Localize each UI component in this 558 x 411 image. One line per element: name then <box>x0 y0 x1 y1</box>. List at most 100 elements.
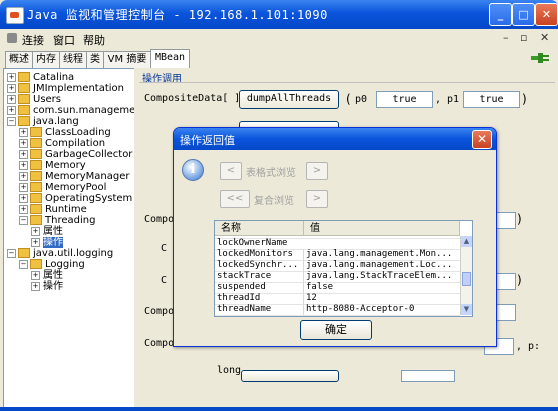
expand-icon[interactable]: + <box>19 127 28 137</box>
info-icon: i <box>182 159 204 181</box>
menu-bar: 连接 窗口 帮助 – ▫ ✕ <box>3 29 555 49</box>
p0-label: p0 <box>355 94 368 105</box>
operation-button-long[interactable] <box>241 370 339 382</box>
menu-help[interactable]: 帮助 <box>83 32 105 48</box>
tree-item[interactable]: + Runtime <box>19 204 87 215</box>
tree-item-label: Memory <box>45 160 86 171</box>
tree-item[interactable]: + OperatingSystem <box>19 193 132 204</box>
expand-icon[interactable]: + <box>7 72 16 82</box>
inner-restore-icon[interactable]: ▫ <box>520 31 527 44</box>
tree-item[interactable]: + ClassLoading <box>19 127 111 138</box>
composite-next-button[interactable]: > <box>306 190 328 208</box>
expand-icon[interactable]: + <box>7 94 16 104</box>
collapse-icon[interactable]: − <box>19 215 28 225</box>
operation-result-dialog: 操作返回值 ✕ i < 表格式浏览 > << 复合浏览 > 名称 值 lockO… <box>173 127 497 347</box>
open-paren: ( <box>346 92 351 106</box>
folder-icon <box>18 116 30 126</box>
expand-icon[interactable]: + <box>19 138 28 148</box>
scroll-down-icon[interactable]: ▼ <box>461 304 472 315</box>
op-label-compo-2: Compo <box>144 306 175 317</box>
op-input-long[interactable] <box>401 370 455 382</box>
expand-icon[interactable]: + <box>19 171 28 181</box>
expand-icon[interactable]: + <box>7 105 16 115</box>
tab-mbean[interactable]: MBean <box>150 49 190 68</box>
folder-icon <box>30 182 42 192</box>
tree-item[interactable]: + Compilation <box>19 138 105 149</box>
ok-button[interactable]: 确定 <box>300 320 372 340</box>
tab-vm-summary[interactable]: VM 摘要 <box>103 51 151 68</box>
tree-item[interactable]: + Catalina <box>7 72 74 83</box>
tree-item[interactable]: − Threading <box>19 215 95 226</box>
scroll-up-icon[interactable]: ▲ <box>461 236 472 247</box>
scroll-thumb[interactable] <box>462 272 471 286</box>
table-prev-button[interactable]: < <box>220 162 242 180</box>
table-next-button[interactable]: > <box>306 162 328 180</box>
tree-item[interactable]: − java.lang <box>7 116 79 127</box>
dump-all-threads-button[interactable]: dumpAllThreads <box>239 90 339 109</box>
folder-icon <box>18 94 30 104</box>
tab-threads[interactable]: 线程 <box>59 51 87 68</box>
tree-item[interactable]: − java.util.logging <box>7 248 113 259</box>
expand-icon[interactable]: + <box>19 182 28 192</box>
connected-plug-icon <box>531 53 549 63</box>
tree-item[interactable]: + JMImplementation <box>7 83 124 94</box>
tab-memory[interactable]: 内存 <box>32 51 60 68</box>
tree-item-label: Compilation <box>45 138 106 149</box>
tree-item[interactable]: + GarbageCollector <box>19 149 132 160</box>
folder-icon <box>30 160 42 170</box>
tree-item-label: 操作 <box>43 281 63 292</box>
menu-connection[interactable]: 连接 <box>22 32 44 48</box>
table-row[interactable]: threadName http-8080-Acceptor-0 <box>215 304 460 316</box>
minimize-button[interactable]: _ <box>489 3 512 26</box>
cell-value: http-8080-Acceptor-0 <box>303 304 463 315</box>
expand-icon[interactable]: + <box>19 160 28 170</box>
tree-item-label: java.lang <box>33 116 79 127</box>
expand-icon[interactable]: + <box>19 149 28 159</box>
tree-item-label: 属性 <box>43 226 63 237</box>
tree-item-label: Users <box>33 94 62 105</box>
folder-icon <box>18 105 30 115</box>
tree-item-label: ClassLoading <box>45 127 111 138</box>
tab-classes[interactable]: 类 <box>86 51 104 68</box>
tree-item[interactable]: + 操作 <box>31 237 63 248</box>
inner-minimize-icon[interactable]: – <box>503 31 509 44</box>
expand-icon[interactable]: + <box>19 193 28 203</box>
composite-first-button[interactable]: << <box>220 190 250 208</box>
result-table[interactable]: 名称 值 lockOwnerName lockedMonitors java.lan… <box>214 220 473 317</box>
tree-item[interactable]: + com.sun.management <box>7 105 134 116</box>
dialog-close-button[interactable]: ✕ <box>472 130 492 149</box>
close-button[interactable]: ✕ <box>535 3 558 26</box>
expand-icon[interactable]: + <box>19 204 28 214</box>
inner-close-icon[interactable]: ✕ <box>540 31 549 44</box>
mbean-tree[interactable]: + Catalina + JMImplementation + Users + com.sun… <box>3 68 135 409</box>
tree-item[interactable]: − Logging <box>19 259 85 270</box>
tree-item[interactable]: + Memory <box>19 160 86 171</box>
collapse-icon[interactable]: − <box>7 248 16 258</box>
tree-item[interactable]: + 操作 <box>31 281 63 292</box>
tree-item[interactable]: + 属性 <box>31 226 63 237</box>
expand-icon[interactable]: + <box>7 83 16 93</box>
cell-name: lockOwnerName <box>217 238 288 248</box>
tree-item[interactable]: + Users <box>7 94 61 105</box>
table-vertical-scrollbar[interactable]: ▲ ▼ <box>460 236 472 315</box>
op-label-c-2: C <box>161 275 168 286</box>
tree-item[interactable]: + MemoryManager <box>19 171 130 182</box>
p1-input[interactable]: true <box>463 91 520 108</box>
collapse-icon[interactable]: − <box>7 116 16 126</box>
tab-strip: 概述 内存 线程 类 VM 摘要 MBean <box>3 49 555 68</box>
p0-input[interactable]: true <box>376 91 433 108</box>
close-paren-3: ) <box>517 212 522 226</box>
dialog-title: 操作返回值 <box>180 134 235 147</box>
window-bottom-border <box>0 407 558 411</box>
maximize-button[interactable]: □ <box>512 3 535 26</box>
tree-item-label: Logging <box>45 259 85 270</box>
menu-window[interactable]: 窗口 <box>53 32 75 48</box>
p-fragment-label: , p: <box>516 341 541 352</box>
tree-item[interactable]: + 属性 <box>31 270 63 281</box>
folder-icon <box>18 83 30 93</box>
connection-icon <box>7 33 17 43</box>
tab-overview[interactable]: 概述 <box>5 51 33 68</box>
collapse-icon[interactable]: − <box>19 259 28 269</box>
tree-item[interactable]: + MemoryPool <box>19 182 106 193</box>
window-title: Java 监视和管理控制台 - 192.168.1.101:1090 <box>27 8 328 22</box>
